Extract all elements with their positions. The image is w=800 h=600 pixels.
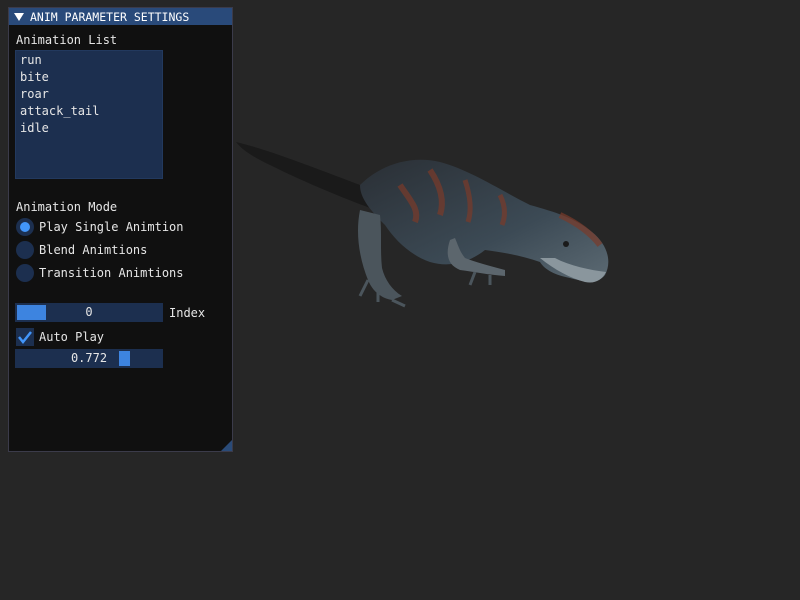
trex-eye xyxy=(563,241,569,247)
auto-play-checkbox[interactable] xyxy=(16,328,34,346)
speed-slider-value: 0.772 xyxy=(70,351,108,365)
index-slider-value: 0 xyxy=(85,305,93,319)
radio-button-selected[interactable] xyxy=(16,218,34,236)
index-label: Index xyxy=(169,306,206,320)
animation-list-label: Animation List xyxy=(16,33,118,47)
window-title: ANIM PARAMETER SETTINGS xyxy=(30,9,190,24)
index-slider[interactable]: 0 xyxy=(15,303,163,322)
auto-play-label: Auto Play xyxy=(39,330,105,344)
speed-slider[interactable]: 0.772 xyxy=(15,349,163,368)
anim-settings-window[interactable]: ANIM PARAMETER SETTINGS Animation List r… xyxy=(8,7,233,452)
triangle-down-icon[interactable] xyxy=(14,12,24,22)
checkmark-icon xyxy=(18,331,32,345)
radio-button[interactable] xyxy=(16,264,34,282)
radio-play-single[interactable]: Play Single Animtion xyxy=(16,217,184,237)
resize-grip[interactable] xyxy=(221,440,232,451)
radio-button[interactable] xyxy=(16,241,34,259)
list-item-bite[interactable]: bite xyxy=(20,70,49,84)
radio-blend[interactable]: Blend Animtions xyxy=(16,240,147,260)
list-item-run[interactable]: run xyxy=(20,53,42,67)
auto-play-checkbox-row[interactable]: Auto Play xyxy=(16,327,104,347)
animation-mode-label: Animation Mode xyxy=(16,200,118,214)
animation-listbox[interactable]: run bite roar attack_tail idle xyxy=(15,50,163,179)
radio-transition[interactable]: Transition Animtions xyxy=(16,263,184,283)
list-item-idle[interactable]: idle xyxy=(20,121,49,135)
list-item-attack-tail[interactable]: attack_tail xyxy=(20,104,99,118)
radio-label: Blend Animtions xyxy=(39,243,148,257)
radio-label: Transition Animtions xyxy=(39,266,184,280)
list-item-roar[interactable]: roar xyxy=(20,87,49,101)
radio-label: Play Single Animtion xyxy=(39,220,184,234)
window-title-bar[interactable]: ANIM PARAMETER SETTINGS xyxy=(9,8,232,25)
